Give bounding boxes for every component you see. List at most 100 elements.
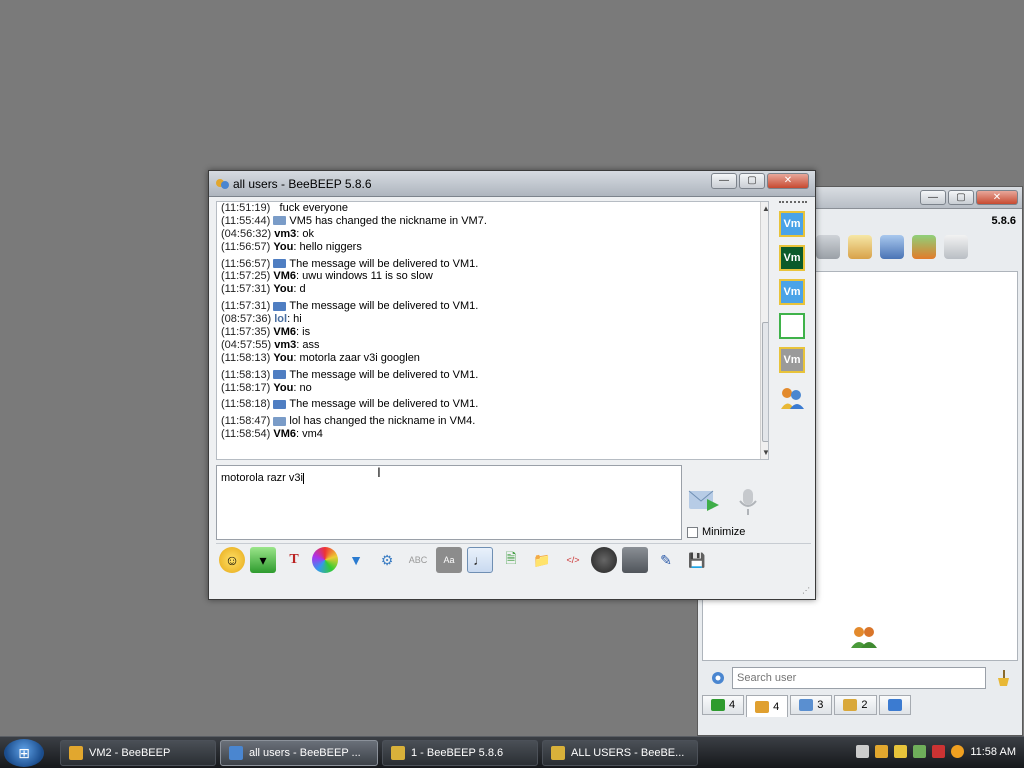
message-text: : ok (296, 227, 314, 240)
member-avatar[interactable] (779, 313, 805, 339)
chat-toolbar: ☺ ▾ T ▼ ⚙ ABC Aa ♩ 🗎 📁 </> ✎ 💾 (219, 547, 710, 573)
member-avatar[interactable]: Vm (779, 245, 805, 271)
shield-icon[interactable] (894, 745, 908, 758)
message-sender: VM6 (273, 428, 297, 441)
start-button[interactable]: ⊞ (4, 739, 44, 767)
message-sender: You (273, 381, 294, 394)
maximize-button[interactable]: ▢ (739, 173, 765, 189)
share-tab-icon (843, 699, 858, 711)
minimize-button[interactable]: — (711, 173, 737, 189)
chat-message: (11:58:47) lol has changed the nickname … (221, 415, 768, 428)
chat-window-titlebar[interactable]: all users - BeeBEEP 5.8.6 — ▢ ✕ (209, 171, 815, 197)
search-user-input[interactable] (732, 667, 986, 689)
chat-message: (08:57:36) lol: hi (221, 313, 768, 326)
message-timestamp: (11:57:31) (221, 300, 271, 313)
group-members-icon[interactable] (778, 385, 806, 411)
scroll-thumb[interactable] (762, 322, 768, 442)
volume-icon[interactable] (932, 745, 946, 758)
tab-users[interactable]: 4 (702, 695, 745, 715)
taskbar-item[interactable]: all users - BeeBEEP ... (220, 740, 378, 766)
version-label: 5.8.6 (991, 215, 1016, 227)
emoticon-icon[interactable]: ☺ (219, 547, 245, 573)
taskbar: ⊞ VM2 - BeeBEEP all users - BeeBEEP ... … (0, 736, 1024, 768)
message-sender: vm3 (274, 227, 297, 240)
member-avatar[interactable]: Vm (779, 211, 805, 237)
message-text: : uwu windows 11 is so slow (296, 270, 433, 283)
message-timestamp: (11:57:25) (221, 270, 271, 283)
divider (216, 543, 811, 544)
member-avatar[interactable]: Vm (779, 347, 805, 373)
beebeep-icon (216, 179, 229, 189)
scroll-down-icon[interactable]: ▼ (761, 448, 768, 458)
scroll-up-icon[interactable]: ▲ (761, 204, 768, 214)
minimize-button[interactable]: — (920, 190, 946, 205)
taskbar-item[interactable]: VM2 - BeeBEEP (60, 740, 216, 766)
font-icon[interactable]: T (281, 547, 307, 573)
dictionary-icon[interactable]: Aa (436, 547, 462, 573)
search-icon[interactable] (951, 745, 965, 758)
message-timestamp: (11:58:47) (221, 415, 271, 428)
chat-window[interactable]: all users - BeeBEEP 5.8.6 — ▢ ✕ (11:51:1… (208, 170, 816, 600)
chat-message: (11:58:13) The message will be delivered… (221, 369, 768, 382)
chat-message: (11:57:25) VM6: uwu windows 11 is so slo… (221, 270, 768, 283)
microphone-icon[interactable] (735, 487, 761, 517)
minimize-option[interactable]: Minimize (687, 526, 745, 538)
maximize-button[interactable]: ▢ (948, 190, 974, 205)
keyboard-icon[interactable] (856, 745, 870, 758)
chat-scrollbar[interactable]: ▲ ▼ (760, 202, 768, 459)
edit-icon[interactable] (848, 235, 872, 259)
minimize-checkbox[interactable] (687, 526, 698, 538)
history-icon[interactable] (622, 547, 648, 573)
save-icon[interactable]: 💾 (684, 547, 710, 573)
beebeep-tray-icon[interactable] (875, 745, 889, 758)
file-icon[interactable]: 🗎 (498, 547, 524, 573)
edit-note-icon[interactable]: ✎ (653, 547, 679, 573)
drag-handle[interactable] (779, 201, 807, 205)
trash-icon[interactable] (944, 235, 968, 259)
dropdown-icon[interactable]: ▾ (250, 547, 276, 573)
tab-network[interactable] (878, 695, 911, 715)
tab-chats[interactable]: 3 (790, 695, 833, 715)
system-tray: 11:58 AM (856, 745, 1016, 758)
send-icon[interactable] (687, 487, 721, 515)
message-sender: You (273, 283, 294, 296)
html-icon[interactable]: </> (560, 547, 586, 573)
taskbar-item[interactable]: 1 - BeeBEEP 5.8.6 (382, 740, 538, 766)
screenshot-icon[interactable] (591, 547, 617, 573)
close-button[interactable]: ✕ (767, 173, 809, 189)
color-palette-icon[interactable] (312, 547, 338, 573)
transfer-icon[interactable] (912, 235, 936, 259)
chat-history[interactable]: (11:51:19) fuck everyone (11:55:44) VM5 h… (216, 201, 769, 460)
message-timestamp: (11:58:17) (221, 381, 271, 394)
message-timestamp: (11:58:13) (221, 351, 271, 364)
magic-tools-icon[interactable] (880, 235, 904, 259)
tab-shares[interactable]: 2 (834, 695, 877, 715)
message-text: fuck everyone (279, 202, 348, 214)
message-input[interactable]: motorola razr v3i (216, 465, 682, 540)
message-timestamp: (08:57:36) (221, 313, 272, 326)
taskbar-item[interactable]: ALL USERS - BeeBE... (542, 740, 698, 766)
member-avatar[interactable]: Vm (779, 279, 805, 305)
clear-search-icon[interactable] (994, 669, 1010, 687)
settings-icon[interactable]: ⚙ (374, 547, 400, 573)
word-complete-icon[interactable]: ♩ (467, 547, 493, 573)
chat-members-column: Vm Vm Vm Vm (775, 201, 811, 414)
settings-icon[interactable] (710, 670, 726, 686)
spellcheck-icon[interactable]: ABC (405, 547, 431, 573)
resize-grip[interactable]: ⋰ (802, 586, 812, 596)
send-folder-icon[interactable]: 📁 (529, 547, 555, 573)
users-tab-icon (711, 699, 725, 711)
network-icon[interactable] (913, 745, 927, 758)
message-text: The message will be delivered to VM1. (289, 300, 479, 313)
tab-groups[interactable]: 4 (746, 695, 789, 717)
message-timestamp: (11:55:44) (221, 214, 271, 227)
filter-icon[interactable]: ▼ (343, 547, 369, 573)
chat-message: (11:51:19) fuck everyone (221, 202, 768, 215)
message-text: The message will be delivered to VM1. (289, 257, 479, 270)
message-timestamp: (04:57:55) (221, 338, 272, 351)
users-group-icon (851, 627, 877, 648)
chat-icon[interactable] (816, 235, 840, 259)
close-button[interactable]: ✕ (976, 190, 1018, 205)
beebeep-icon (391, 746, 405, 760)
beebeep-icon (229, 746, 243, 760)
